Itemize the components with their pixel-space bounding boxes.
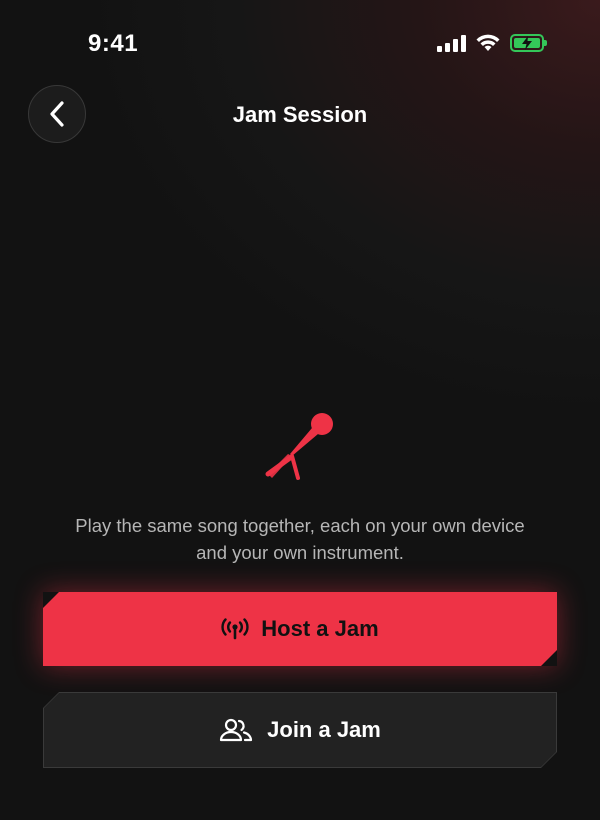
microphone-icon bbox=[265, 413, 333, 480]
join-jam-button-border: Join a Jam bbox=[43, 692, 557, 768]
join-jam-label: Join a Jam bbox=[267, 717, 381, 742]
description: Play the same song together, each on you… bbox=[30, 512, 570, 566]
page-title: Jam Session bbox=[232, 102, 368, 127]
people-icon bbox=[219, 718, 253, 742]
cellular-signal-icon bbox=[437, 34, 466, 52]
join-jam-button[interactable]: Join a Jam bbox=[44, 693, 556, 767]
status-icons bbox=[437, 33, 547, 52]
battery-charging-icon bbox=[510, 33, 547, 52]
host-jam-label: Host a Jam bbox=[261, 616, 379, 641]
description-line-2: and your own instrument. bbox=[196, 542, 404, 563]
description-line-1: Play the same song together, each on you… bbox=[75, 515, 525, 536]
status-time: 9:41 bbox=[88, 30, 139, 57]
wifi-icon bbox=[476, 34, 500, 51]
host-jam-button[interactable]: Host a Jam bbox=[43, 592, 557, 666]
status-bar: 9:41 bbox=[0, 0, 600, 88]
broadcast-icon bbox=[221, 618, 249, 640]
